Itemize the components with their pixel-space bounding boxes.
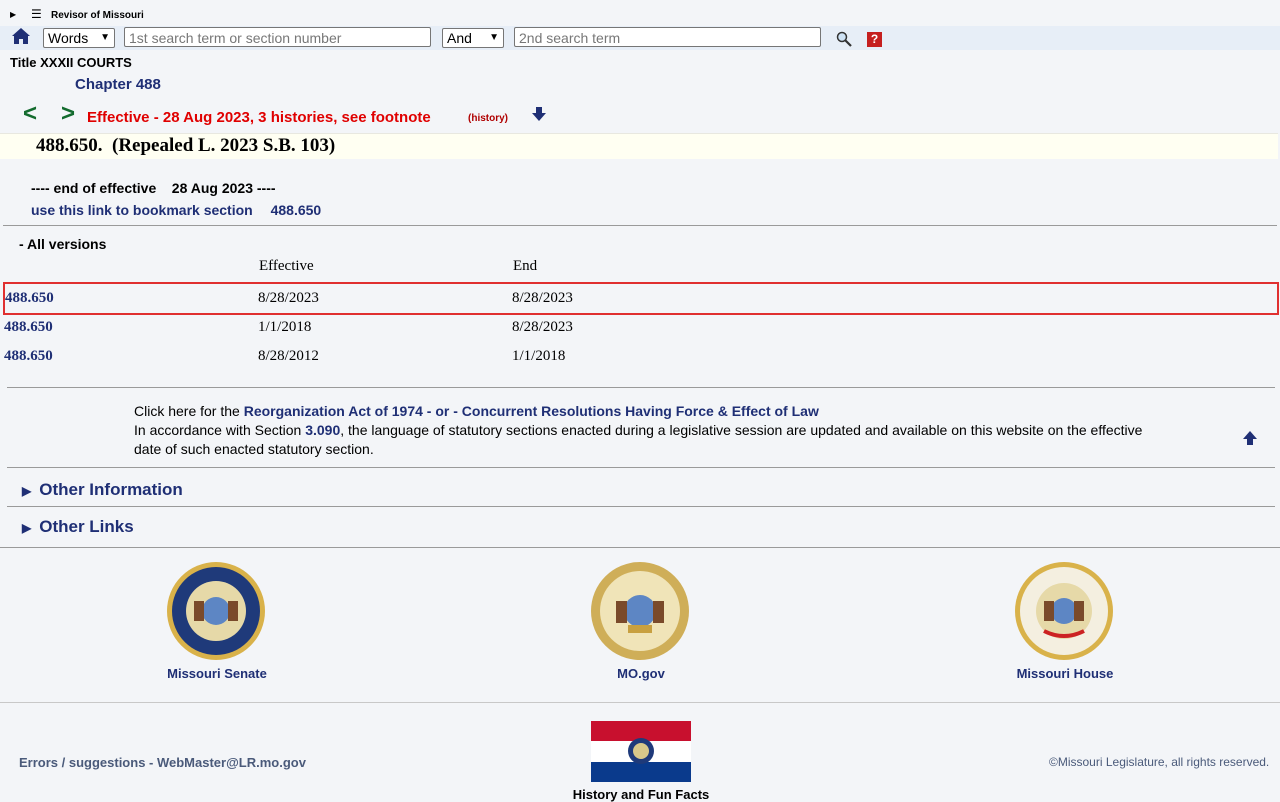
version-end: 8/28/2023 — [512, 319, 573, 335]
section-heading: 488.650. (Repealed L. 2023 S.B. 103) — [36, 135, 336, 156]
history-link[interactable]: (history) — [468, 113, 508, 124]
expand-triangle-icon[interactable]: ▶ — [10, 10, 16, 19]
other-information-toggle[interactable]: ▶ Other Information — [22, 480, 183, 500]
previous-section-arrow[interactable]: < — [23, 100, 37, 128]
state-great-seal-icon[interactable] — [590, 561, 690, 661]
search-term-1-input[interactable]: 1st search term or section number — [124, 27, 431, 47]
arrow-down-icon[interactable] — [531, 106, 547, 122]
table-row[interactable]: 488.650 8/28/2023 8/28/2023 — [3, 282, 1279, 315]
home-icon[interactable] — [11, 27, 31, 45]
divider — [3, 225, 1277, 226]
section-3090-link[interactable]: 3.090 — [305, 422, 340, 438]
missouri-house-link[interactable]: Missouri House — [985, 666, 1145, 681]
bookmark-section-link[interactable]: 488.650 — [271, 202, 322, 218]
bookmark-text[interactable]: use this link to bookmark section — [31, 202, 253, 218]
missouri-flag-icon[interactable] — [591, 721, 691, 782]
reorganization-note: Click here for the Reorganization Act of… — [134, 402, 1164, 459]
accordance-text: In accordance with Section — [134, 422, 302, 438]
search-icon[interactable] — [836, 31, 852, 47]
chapter-link[interactable]: Chapter 488 — [75, 76, 161, 93]
expand-triangle-icon: ▶ — [22, 484, 32, 498]
other-information-label: Other Information — [39, 480, 183, 499]
column-header-end: End — [513, 258, 538, 274]
search-mode-value: Words — [48, 30, 89, 46]
version-effective: 8/28/2012 — [258, 348, 319, 364]
table-row[interactable]: 488.650 8/28/2012 1/1/2018 — [3, 342, 1275, 371]
version-section-link[interactable]: 488.650 — [4, 348, 53, 365]
errors-suggestions-link[interactable]: Errors / suggestions - WebMaster@LR.mo.g… — [19, 755, 306, 770]
copyright: ©Missouri Legislature, all rights reserv… — [1049, 755, 1270, 769]
version-end: 8/28/2023 — [512, 290, 573, 306]
help-icon[interactable]: ? — [867, 32, 882, 47]
missouri-senate-link[interactable]: Missouri Senate — [137, 666, 297, 681]
divider — [0, 547, 1280, 548]
search-mode-select[interactable]: Words ▼ — [43, 28, 115, 48]
effective-footnote-link[interactable]: Effective - 28 Aug 2023, 3 histories, se… — [87, 109, 431, 126]
missouri-house-seal-icon[interactable] — [1014, 561, 1114, 661]
version-effective: 8/28/2023 — [258, 290, 319, 306]
column-header-effective: Effective — [259, 258, 314, 274]
title-breadcrumb: Title XXXII COURTS — [10, 55, 132, 70]
end-of-effective: ---- end of effective 28 Aug 2023 ---- — [31, 180, 276, 196]
menu-icon[interactable]: ☰ — [31, 8, 42, 20]
divider — [7, 467, 1275, 468]
version-effective: 1/1/2018 — [258, 319, 312, 335]
divider — [7, 387, 1275, 388]
next-section-arrow[interactable]: > — [61, 100, 75, 128]
search-operator-select[interactable]: And ▼ — [442, 28, 504, 48]
reorganization-act-link[interactable]: Reorganization Act of 1974 — [244, 403, 423, 419]
table-row[interactable]: 488.650 1/1/2018 8/28/2023 — [3, 313, 1275, 342]
version-section-link[interactable]: 488.650 — [5, 290, 54, 307]
all-versions-toggle[interactable]: - All versions — [19, 236, 106, 252]
concurrent-resolutions-link[interactable]: Concurrent Resolutions Having Force & Ef… — [462, 403, 819, 419]
search-operator-value: And — [447, 30, 472, 46]
mo-gov-link[interactable]: MO.gov — [561, 666, 721, 681]
search-term-2-input[interactable]: 2nd search term — [514, 27, 821, 47]
chevron-down-icon: ▼ — [489, 32, 499, 43]
site-title[interactable]: Revisor of Missouri — [51, 10, 144, 21]
other-links-toggle[interactable]: ▶ Other Links — [22, 517, 134, 537]
chevron-down-icon: ▼ — [100, 32, 110, 43]
arrow-up-icon[interactable] — [1242, 430, 1258, 446]
search-term-1-placeholder: 1st search term or section number — [129, 30, 342, 46]
search-term-2-placeholder: 2nd search term — [519, 30, 621, 46]
or-separator: - or - — [422, 403, 462, 419]
divider — [7, 506, 1275, 507]
click-here-text: Click here for the — [134, 403, 240, 419]
version-section-link[interactable]: 488.650 — [4, 319, 53, 336]
expand-triangle-icon: ▶ — [22, 521, 32, 535]
other-links-label: Other Links — [39, 517, 134, 536]
version-end: 1/1/2018 — [512, 348, 566, 364]
bookmark-line[interactable]: use this link to bookmark section 488.65… — [31, 202, 321, 218]
missouri-senate-seal-icon[interactable] — [166, 561, 266, 661]
